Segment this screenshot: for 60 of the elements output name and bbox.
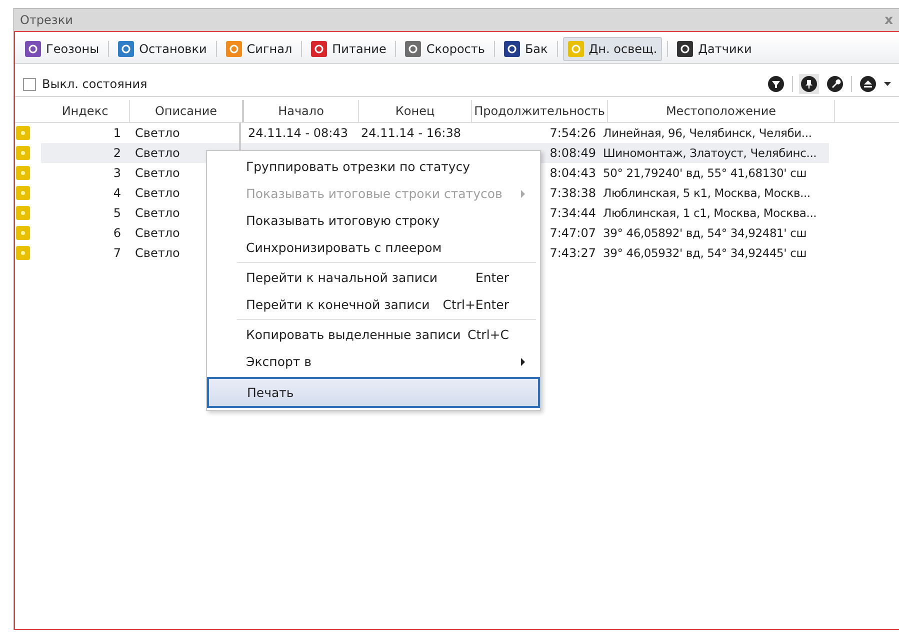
menu-item[interactable]: Печать: [207, 377, 540, 408]
table-cell: 7:47:07: [550, 226, 596, 240]
table-cell: 39° 46,05932' вд, 54° 34,92445' сш: [603, 246, 807, 260]
table-cell: 2: [113, 146, 121, 160]
table-cell: 7:43:27: [550, 246, 596, 260]
dropdown-caret-icon[interactable]: [884, 82, 891, 86]
table-cell: Светло: [135, 126, 180, 140]
table-cell: Светло: [135, 146, 180, 160]
table-cell: 7:38:38: [550, 186, 596, 200]
table-cell: 7: [113, 246, 121, 260]
menu-item[interactable]: Копировать выделенные записи Ctrl+C: [208, 321, 539, 348]
submenu-arrow-icon: [521, 190, 525, 198]
pin-icon[interactable]: [801, 76, 817, 92]
column-header[interactable]: Начало: [244, 100, 359, 122]
table-cell: 3: [113, 166, 121, 180]
table-cell: 4: [113, 186, 121, 200]
tab[interactable]: Датчики: [673, 38, 756, 60]
tab[interactable]: Скорость: [401, 38, 489, 60]
menu-item[interactable]: Группировать отрезки по статусу: [208, 153, 539, 180]
table-cell: 24.11.14 - 08:43: [248, 126, 348, 140]
submenu-arrow-icon: [521, 358, 525, 366]
menu-item[interactable]: Перейти к конечной записи Ctrl+Enter: [208, 291, 539, 318]
table-cell: Светло: [135, 206, 180, 220]
table-cell: Люблинская, 5 к1, Москва, Москв...: [603, 186, 810, 200]
tab[interactable]: Сигнал: [222, 38, 296, 60]
table-cell: 8:08:49: [550, 146, 596, 160]
table-cell: Светло: [135, 246, 180, 260]
table-cell: 50° 21,79240' вд, 55° 41,68130' сш: [603, 166, 807, 180]
table-cell: 24.11.14 - 16:38: [361, 126, 461, 140]
column-header[interactable]: Конец: [359, 100, 472, 122]
table-cell: Светло: [135, 226, 180, 240]
funnel-icon[interactable]: [768, 76, 784, 92]
eject-icon[interactable]: [860, 76, 876, 92]
table-cell: Шиномонтаж, Златоуст, Челябинс...: [603, 146, 817, 160]
tab[interactable]: Дн. освещ.: [562, 37, 662, 61]
table-cell: 5: [113, 206, 121, 220]
table-cell: 7:54:26: [550, 126, 596, 140]
table-cell: Люблинская, 1 с1, Москва, Москва...: [603, 206, 817, 220]
tab[interactable]: Питание: [307, 38, 390, 60]
table-cell: 1: [113, 126, 121, 140]
tab[interactable]: Остановки: [114, 38, 211, 60]
tab[interactable]: Геозоны: [21, 38, 104, 60]
window-title: Отрезки: [20, 13, 73, 27]
checkbox[interactable]: Выкл. состояния: [23, 77, 148, 91]
menu-item[interactable]: Перейти к начальной записи Enter: [208, 264, 539, 291]
column-header[interactable]: Продолжительность: [472, 100, 608, 122]
column-header[interactable]: Индекс: [41, 100, 130, 122]
menu-item[interactable]: Синхронизировать с плеером: [208, 234, 539, 261]
table-cell: 7:34:44: [550, 206, 596, 220]
table-cell: Светло: [135, 186, 180, 200]
column-header[interactable]: Местоположение: [608, 100, 835, 122]
menu-item[interactable]: Экспорт в: [208, 348, 539, 375]
table-cell: Линейная, 96, Челябинск, Челяби...: [603, 126, 812, 140]
menu-item[interactable]: Показывать итоговую строку: [208, 207, 539, 234]
table-cell: 39° 46,05892' вд, 54° 34,92481' сш: [603, 226, 807, 240]
table-cell: Светло: [135, 166, 180, 180]
column-header[interactable]: Описание: [130, 100, 244, 122]
table-cell: 8:04:43: [550, 166, 596, 180]
table-cell: 6: [113, 226, 121, 240]
tab[interactable]: Бак: [500, 38, 552, 60]
